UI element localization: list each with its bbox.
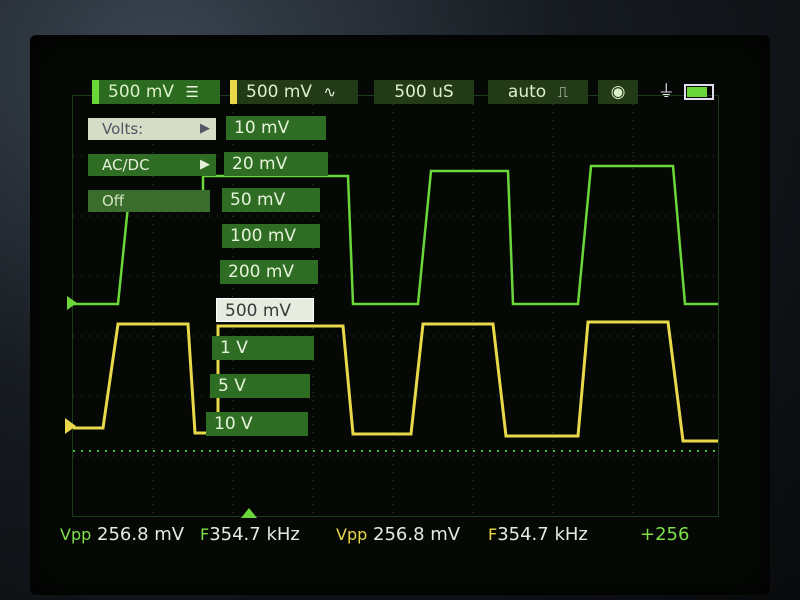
ch2-vpp-value: 256.8 mV (373, 524, 461, 545)
ch1-freq-readout: F354.7 kHz (200, 524, 300, 545)
volts-option-50mv[interactable]: 50 mV (222, 188, 320, 212)
volts-option-10v[interactable]: 10 V (206, 412, 308, 436)
ch1-vpp-readout: Vpp 256.8 mV (60, 524, 184, 545)
trigger-indicator[interactable]: auto ⎍ (488, 80, 588, 104)
ch1-vpp-label: Vpp (60, 525, 92, 544)
ch1-level-marker[interactable] (67, 296, 77, 310)
ch2-freq-readout: F354.7 kHz (488, 524, 588, 545)
ch1-vpp-value: 256.8 mV (97, 524, 185, 545)
ch1-freq-value: 354.7 kHz (209, 524, 300, 545)
rising-edge-icon: ⎍ (557, 83, 569, 101)
trigger-mode-value: auto (507, 82, 547, 102)
screenshot-button[interactable]: ◉ (598, 80, 638, 104)
extra-readout: +256 (640, 524, 690, 545)
volts-option-1v[interactable]: 1 V (212, 336, 314, 360)
ch1-volts-indicator[interactable]: 500 mV ☰ (92, 80, 220, 104)
menu-item-label: AC/DC (102, 156, 150, 174)
menu-item-label: Volts (102, 120, 139, 138)
ch2-vpp-label: Vpp (336, 525, 368, 544)
volts-option-20mv[interactable]: 20 mV (224, 152, 328, 176)
ch1-freq-label: F (200, 525, 210, 544)
timebase-value: 500 uS (394, 82, 454, 102)
ch2-vpp-readout: Vpp 256.8 mV (336, 524, 460, 545)
ch2-freq-label: F (488, 525, 498, 544)
volts-option-10mv[interactable]: 10 mV (226, 116, 326, 140)
ac-coupling-icon: ∿ (323, 83, 337, 101)
ch1-volts-value: 500 mV (108, 82, 175, 102)
battery-icon (684, 84, 715, 100)
volts-option-5v[interactable]: 5 V (210, 374, 310, 398)
usb-plug-icon: ⏚ (657, 82, 675, 102)
volts-option-100mv[interactable]: 100 mV (222, 224, 320, 248)
volts-option-200mv[interactable]: 200 mV (220, 260, 318, 284)
ch2-volts-indicator[interactable]: 500 mV ∿ (230, 80, 358, 104)
dc-coupling-icon: ☰ (185, 83, 199, 101)
status-bar: 500 mV ☰ 500 mV ∿ 500 uS auto ⎍ ◉ ⏚ (92, 70, 722, 110)
menu-item-volts-colon: : (138, 120, 144, 138)
menu-item-volts[interactable]: Volts: ▶ (88, 118, 216, 140)
camera-icon: ◉ (610, 82, 626, 102)
trigger-position-marker[interactable] (241, 508, 257, 518)
menu-item-label: Off (102, 192, 125, 210)
chevron-right-icon: ▶ (200, 121, 210, 136)
power-status: ⏚ (656, 80, 716, 104)
ch1-trace (73, 164, 718, 306)
chevron-right-icon: ▶ (200, 157, 210, 172)
ch2-volts-value: 500 mV (246, 82, 313, 102)
ch2-level-marker[interactable] (65, 418, 76, 434)
ch2-trace (73, 320, 718, 443)
measurement-bar: Vpp 256.8 mV F354.7 kHz Vpp 256.8 mV F35… (60, 522, 740, 554)
timebase-indicator[interactable]: 500 uS (374, 80, 474, 104)
menu-item-off[interactable]: Off (88, 190, 210, 212)
volts-option-500mv[interactable]: 500 mV (216, 298, 314, 322)
ch2-freq-value: 354.7 kHz (497, 524, 588, 545)
menu-item-acdc[interactable]: AC/DC ▶ (88, 154, 216, 176)
